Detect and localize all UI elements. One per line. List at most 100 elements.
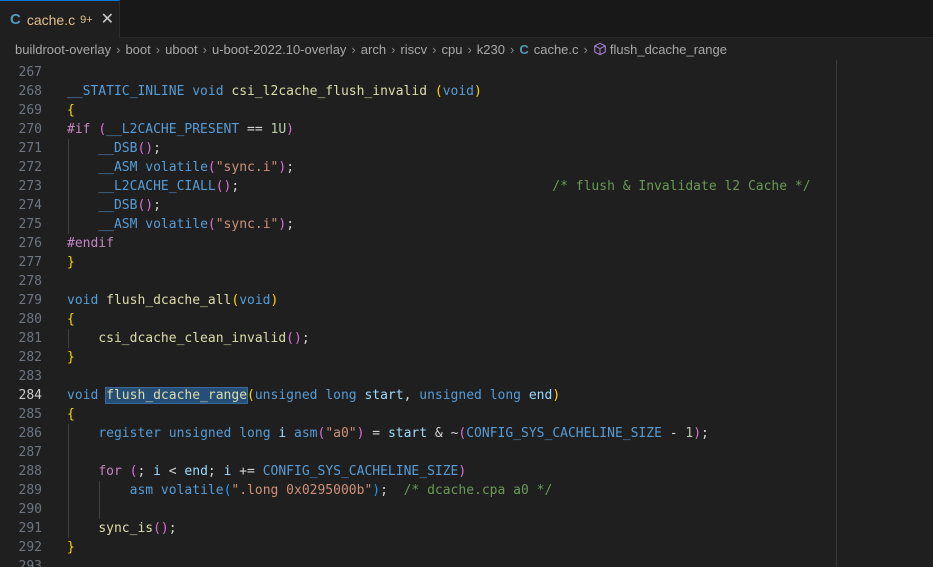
code-line[interactable]: 274 __DSB();: [0, 196, 933, 215]
code-token: long: [489, 388, 522, 403]
code-text: #endif: [67, 234, 114, 253]
breadcrumb-item[interactable]: riscv: [400, 42, 427, 57]
code-editor[interactable]: 267 268 __STATIC_INLINE void csi_l2cache_f…: [0, 60, 933, 567]
code-line[interactable]: 283: [0, 367, 933, 386]
code-line[interactable]: 279 void flush_dcache_all(void): [0, 291, 933, 310]
close-icon[interactable]: ✕: [101, 11, 114, 28]
breadcrumb-item[interactable]: u-boot-2022.10-overlay: [212, 42, 346, 57]
code-token: (: [434, 84, 443, 99]
code-token: "a0": [325, 426, 357, 441]
code-token: volatile: [153, 483, 224, 498]
code-line[interactable]: 280 {: [0, 310, 933, 329]
code-token: +=: [231, 464, 263, 479]
code-token: /* flush & Invalidate l2 Cache */: [552, 179, 811, 194]
breadcrumb-item[interactable]: boot: [125, 42, 150, 57]
code-text: for (; i < end; i += CONFIG_SYS_CACHELIN…: [67, 462, 466, 481]
breadcrumb-file-label: cache.c: [533, 41, 579, 57]
breadcrumb: buildroot-overlay › boot › uboot › u-boot-2022…: [0, 38, 933, 60]
code-token: __STATIC_INLINE: [67, 84, 185, 99]
code-token: ): [270, 293, 279, 308]
breadcrumb-item[interactable]: arch: [361, 42, 386, 57]
code-line[interactable]: 277}: [0, 253, 933, 272]
code-token: ): [286, 122, 294, 137]
code-line[interactable]: 281 csi_dcache_clean_invalid();: [0, 329, 933, 348]
breadcrumb-item[interactable]: buildroot-overlay: [15, 42, 111, 57]
line-number: 291: [18, 521, 42, 536]
code-token: (): [215, 179, 232, 194]
line-number: 290: [18, 502, 42, 517]
code-token: ): [278, 160, 287, 175]
code-token: void: [239, 293, 271, 308]
code-token: i: [153, 464, 161, 479]
tab-cache-c[interactable]: C cache.c 9+ ✕: [0, 0, 120, 38]
code-token: end: [184, 464, 208, 479]
code-line[interactable]: 290: [0, 500, 933, 519]
code-token: long: [325, 388, 357, 403]
code-token: (: [247, 388, 255, 403]
breadcrumb-item[interactable]: cpu: [441, 42, 462, 57]
code-token: ;: [207, 464, 224, 479]
code-token: long: [239, 426, 271, 441]
code-line[interactable]: 282}: [0, 348, 933, 367]
breadcrumb-symbol[interactable]: flush_dcache_range: [593, 42, 727, 57]
code-token: "sync.i": [215, 217, 279, 232]
code-text: }: [67, 348, 75, 367]
tab-bar: C cache.c 9+ ✕: [0, 0, 933, 38]
code-token: start: [387, 426, 428, 441]
code-line[interactable]: 284 void flush_dcache_range(unsigned long…: [0, 386, 933, 405]
chevron-right-icon: ›: [351, 41, 356, 57]
code-line[interactable]: 275 __ASM volatile("sync.i");: [0, 215, 933, 234]
code-line[interactable]: 268 __STATIC_INLINE void csi_l2cache_flus…: [0, 82, 933, 101]
code-line[interactable]: 278: [0, 272, 933, 291]
code-token: void: [67, 293, 99, 308]
code-line[interactable]: 288 for (; i < end; i += CONFIG_SYS_CACH…: [0, 462, 933, 481]
code-token: unsigned: [254, 388, 318, 403]
code-token: start: [364, 388, 404, 403]
code-line[interactable]: 292}: [0, 538, 933, 557]
method-cube-icon: [593, 42, 607, 56]
code-line[interactable]: 273 __L2CACHE_CIALL(); /* flush & Invali…: [0, 177, 933, 196]
breadcrumb-item[interactable]: k230: [477, 42, 505, 57]
chevron-right-icon: ›: [391, 41, 396, 57]
code-token: (): [286, 331, 302, 346]
indent-guide: [68, 424, 69, 538]
code-text: sync_is();: [67, 519, 176, 538]
code-token: ;: [137, 464, 154, 479]
code-token: for: [98, 464, 122, 479]
code-line[interactable]: 271 __DSB();: [0, 139, 933, 158]
code-text: }: [67, 253, 75, 272]
code-line[interactable]: 289 asm volatile(".long 0x0295000b"); /*…: [0, 481, 933, 500]
breadcrumb-item[interactable]: uboot: [165, 42, 198, 57]
code-token: -: [661, 426, 686, 441]
code-token: ): [458, 464, 467, 479]
code-token: unsigned: [168, 426, 232, 441]
code-line[interactable]: 291 sync_is();: [0, 519, 933, 538]
code-line[interactable]: 285 {: [0, 405, 933, 424]
breadcrumb-file[interactable]: Ccache.c: [519, 42, 578, 57]
code-line[interactable]: 269 {: [0, 101, 933, 120]
code-line[interactable]: 287: [0, 443, 933, 462]
code-token: #if: [67, 122, 91, 137]
code-token: #endif: [67, 236, 114, 251]
line-number: 275: [18, 217, 42, 232]
line-number: 286: [18, 426, 42, 441]
code-line[interactable]: 270 #if (__L2CACHE_PRESENT == 1U): [0, 120, 933, 139]
chevron-right-icon: ›: [432, 41, 437, 57]
code-line[interactable]: 272 __ASM volatile("sync.i");: [0, 158, 933, 177]
code-line[interactable]: 276 #endif: [0, 234, 933, 253]
code-text: #if (__L2CACHE_PRESENT == 1U): [67, 120, 294, 139]
code-token: /* dcache.cpa a0 */: [403, 483, 553, 498]
code-line[interactable]: 267: [0, 63, 933, 82]
code-token: =: [364, 426, 388, 441]
code-line[interactable]: 293: [0, 557, 933, 567]
code-text: register unsigned long i asm("a0") = sta…: [67, 424, 709, 443]
code-token: ==: [239, 122, 271, 137]
code-token: void: [67, 388, 99, 403]
line-number: 272: [18, 160, 42, 175]
code-line[interactable]: 286 register unsigned long i asm("a0") =…: [0, 424, 933, 443]
